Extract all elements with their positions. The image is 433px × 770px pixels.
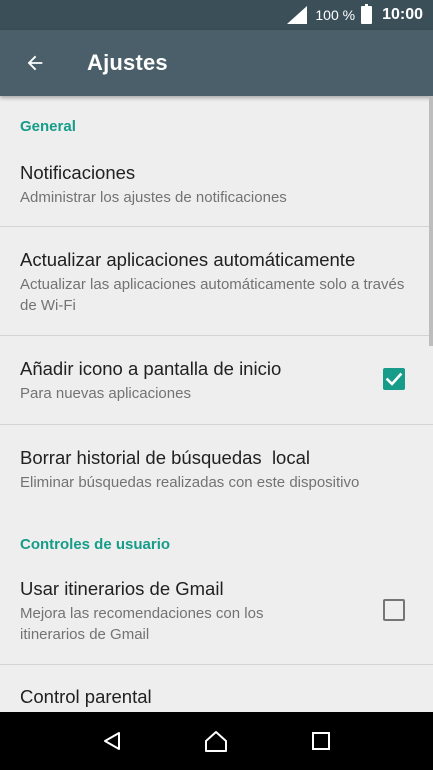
setting-subtitle: Para nuevas aplicaciones [20,385,191,402]
section-header-general: General [20,118,76,135]
setting-auto-update[interactable]: Actualizar aplicaciones automáticamente … [0,227,433,335]
section-header-user-controls: Controles de usuario [20,536,171,553]
setting-title: Añadir icono a pantalla de inicio [20,358,282,379]
nav-back-button[interactable] [92,721,132,761]
setting-parental-control[interactable]: Control parental [0,665,433,712]
battery-icon [361,4,373,24]
arrow-back-icon [27,55,43,71]
setting-gmail-itineraries[interactable]: Usar itinerarios de Gmail Mejora las rec… [0,564,433,664]
page-title: Ajustes [87,50,168,75]
clock: 10:00 [382,6,423,23]
signal-icon [287,6,308,24]
setting-title: Control parental [20,686,152,707]
setting-subtitle: Actualizar las aplicaciones automáticame… [20,276,405,314]
nav-recents-button[interactable] [301,721,341,761]
recents-square-icon [311,732,330,750]
triangle-back-icon [104,732,121,750]
gmail-itineraries-checkbox[interactable] [383,599,405,621]
status-bar: 100 % 10:00 [0,0,433,30]
setting-subtitle: Administrar los ajustes de notificacione… [20,189,287,206]
checkmark-icon [385,372,403,386]
setting-notificaciones[interactable]: Notificaciones Administrar los ajustes d… [0,146,433,226]
settings-list: General Notificaciones Administrar los a… [0,96,433,712]
setting-subtitle: Eliminar búsquedas realizadas con este d… [20,474,360,491]
setting-clear-history[interactable]: Borrar historial de búsquedas local Elim… [0,425,433,513]
add-icon-checkbox[interactable] [383,368,405,390]
nav-home-button[interactable] [196,721,236,761]
app-bar: Ajustes [0,30,433,96]
scrollbar[interactable] [429,96,433,346]
setting-add-icon[interactable]: Añadir icono a pantalla de inicio Para n… [0,336,433,424]
settings-screen: 100 % 10:00 Ajustes General Notificacion… [0,0,433,770]
setting-title: Notificaciones [20,162,136,183]
setting-title: Actualizar aplicaciones automáticamente [20,249,356,270]
back-button[interactable] [0,30,70,96]
battery-percent: 100 % [315,7,356,23]
navigation-bar [0,712,433,770]
setting-title: Borrar historial de búsquedas local [20,447,310,468]
setting-subtitle: Mejora las recomendaciones con los itine… [20,605,264,643]
home-icon [205,731,228,752]
setting-title: Usar itinerarios de Gmail [20,578,224,599]
